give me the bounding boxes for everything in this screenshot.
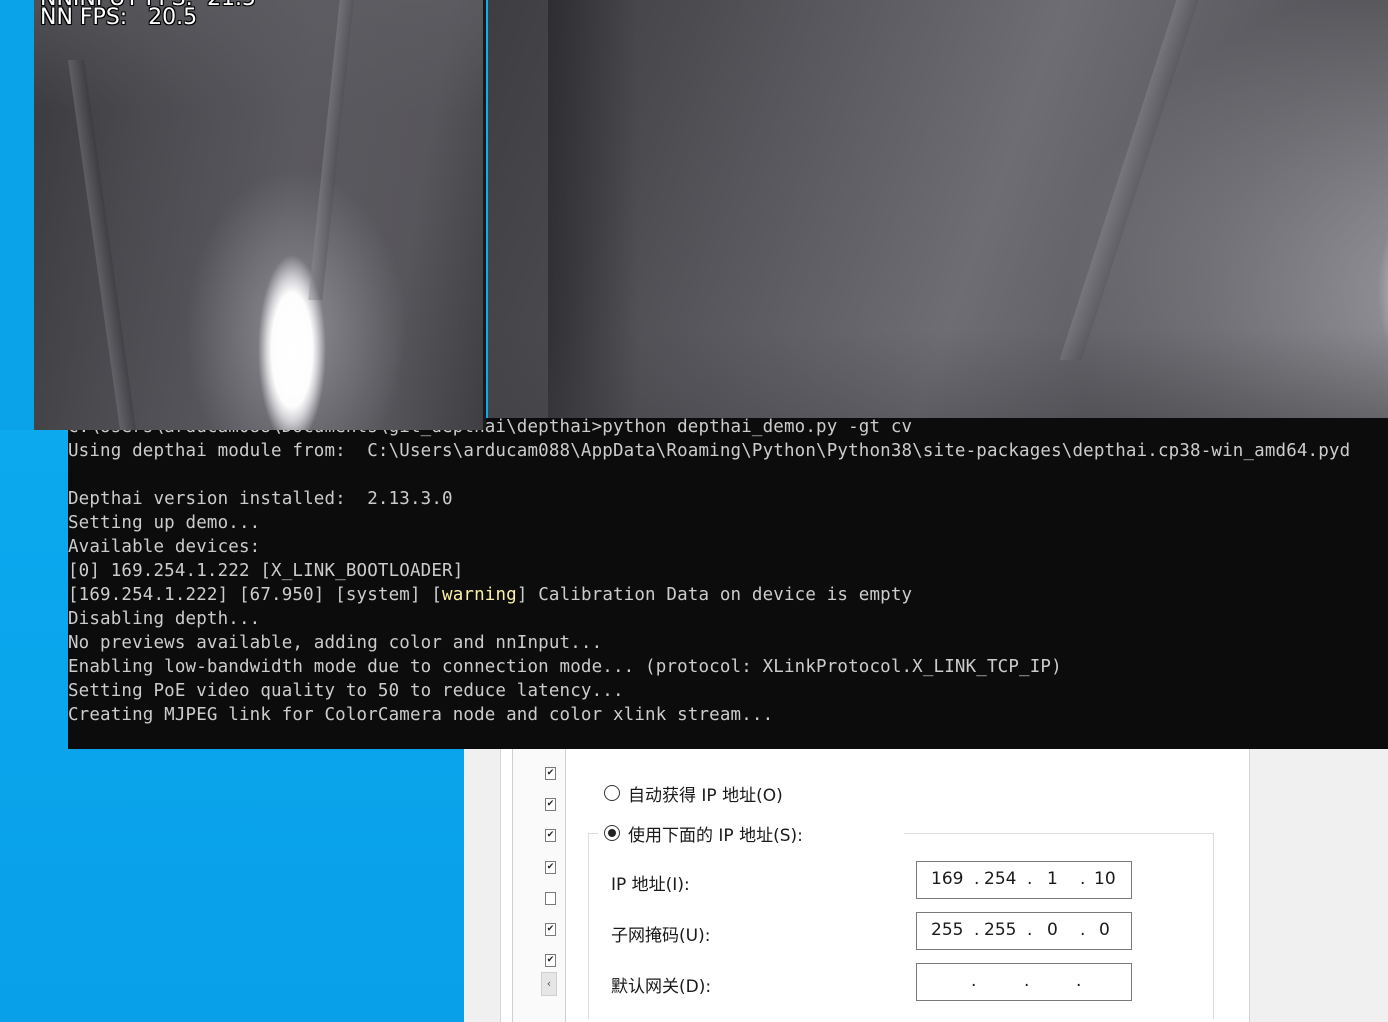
radio-selected-dot-icon (608, 829, 616, 837)
scroll-left-arrow-icon[interactable]: ‹ (541, 972, 557, 996)
nn-fps-label: NN FPS: 20.5 (40, 5, 198, 30)
desktop-strip (0, 0, 34, 430)
list-item-checkbox[interactable]: ✔ (545, 767, 556, 780)
wall-shadow (488, 330, 1388, 418)
ip-dot: . (1027, 869, 1033, 889)
nn-input-preview[interactable]: NNINPUT FPS: 21.5 NN FPS: 20.5 (34, 0, 486, 430)
list-item-checkbox[interactable]: ✔ (545, 954, 556, 967)
ip-address-input[interactable]: 169 . 254 . 1 . 10 (916, 861, 1132, 899)
network-items-list[interactable] (512, 748, 566, 1022)
terminal-line: Using depthai module from: C:\Users\ardu… (68, 441, 1351, 461)
radio-manual-ip[interactable] (604, 825, 620, 841)
ip-dot: . (1080, 869, 1086, 889)
ip-dot: . (1027, 920, 1033, 940)
default-gateway-input[interactable]: . . . (916, 963, 1132, 1001)
ip-dot: . (974, 869, 980, 889)
terminal-line: Depthai version installed: 2.13.3.0 (68, 489, 453, 509)
subnet-mask-label: 子网掩码(U): (611, 926, 711, 946)
terminal-line: Setting PoE video quality to 50 to reduc… (68, 681, 624, 701)
color-camera-preview[interactable] (488, 0, 1388, 418)
terminal-line: Enabling low-bandwidth mode due to conne… (68, 657, 1062, 677)
list-item-checkbox[interactable] (545, 892, 556, 905)
wall-pipe (67, 60, 137, 430)
subnet-mask-input[interactable]: 255 . 255 . 0 . 0 (916, 912, 1132, 950)
mask-octet-4: 0 (1099, 920, 1110, 940)
ip-octet-1: 169 (931, 869, 964, 889)
list-item-checkbox[interactable]: ✔ (545, 798, 556, 811)
mask-octet-3: 0 (1047, 920, 1058, 940)
command-prompt-window[interactable]: C:\Users\arducam088\Documents\git_deptha… (68, 418, 1388, 749)
ip-dot: . (1076, 971, 1082, 991)
warning-line-rest: ] Calibration Data on device is empty (516, 585, 913, 605)
ip-dot: . (974, 920, 980, 940)
ip-dot: . (1024, 971, 1030, 991)
terminal-line: [0] 169.254.1.222 [X_LINK_BOOTLOADER] (68, 561, 464, 581)
terminal-line: Creating MJPEG link for ColorCamera node… (68, 705, 774, 725)
default-gateway-label: 默认网关(D): (611, 977, 712, 997)
mask-octet-1: 255 (931, 920, 964, 940)
ceiling-pipe (1059, 0, 1199, 360)
list-item-checkbox[interactable]: ✔ (545, 923, 556, 936)
list-item-checkbox[interactable]: ✔ (545, 861, 556, 874)
terminal-line: Available devices: (68, 537, 261, 557)
ip-address-label: IP 地址(I): (611, 875, 690, 895)
ip-dot: . (1080, 920, 1086, 940)
list-item-checkbox[interactable]: ✔ (545, 829, 556, 842)
warning-line-prefix: [169.254.1.222] [67.950] [system] [ (68, 585, 443, 605)
ip-octet-4: 10 (1094, 869, 1116, 889)
radio-auto-ip-label[interactable]: 自动获得 IP 地址(O) (628, 781, 783, 806)
warning-word: warning (442, 585, 517, 605)
mask-octet-2: 255 (984, 920, 1017, 940)
radio-auto-ip[interactable] (604, 785, 620, 801)
ip-octet-3: 1 (1047, 869, 1058, 889)
ip-octet-2: 254 (984, 869, 1017, 889)
radio-manual-ip-label[interactable]: 使用下面的 IP 地址(S): (628, 821, 803, 846)
ip-dot: . (971, 971, 977, 991)
terminal-line: Disabling depth... (68, 609, 261, 629)
terminal-line-warning: [169.254.1.222] [67.950] [system] [warni… (68, 583, 912, 607)
terminal-line: Setting up demo... (68, 513, 261, 533)
terminal-line: No previews available, adding color and … (68, 633, 603, 653)
